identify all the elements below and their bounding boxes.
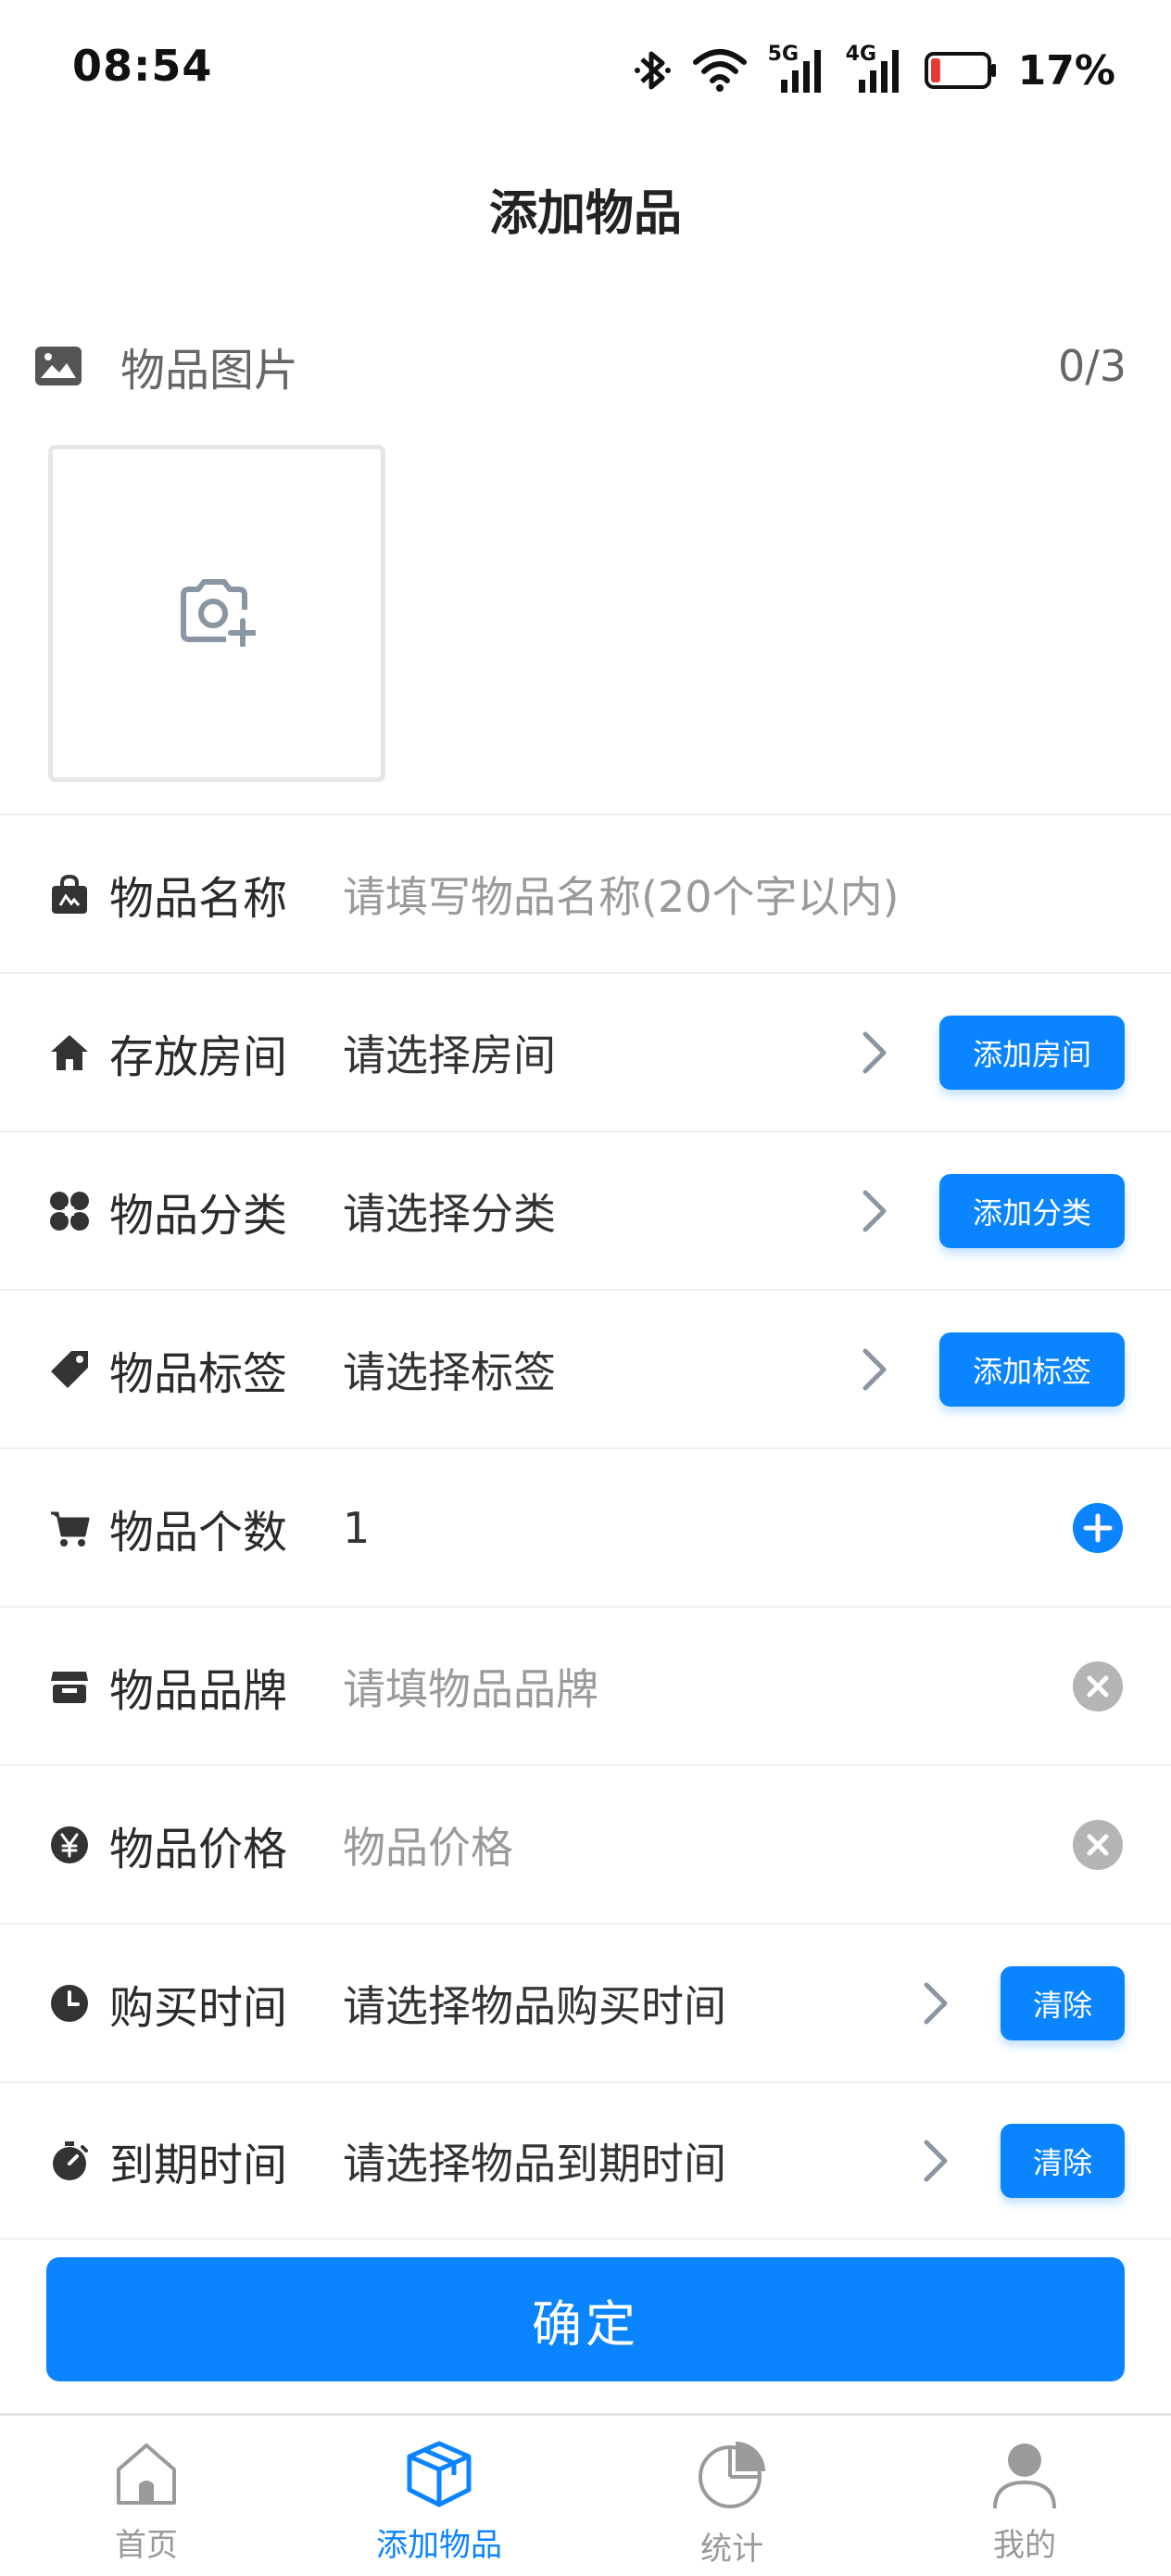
room-select[interactable]: 请选择房间 bbox=[343, 1022, 556, 1083]
brand-input[interactable]: 请填物品品牌 bbox=[343, 1656, 598, 1717]
expire-time-label: 到期时间 bbox=[109, 2139, 288, 2191]
home-icon bbox=[48, 1031, 91, 1074]
clear-purchase-time-button[interactable]: 清除 bbox=[1001, 1965, 1125, 2040]
row-quantity[interactable]: 物品个数 1 bbox=[0, 1447, 1171, 1606]
status-time: 08:54 bbox=[72, 41, 213, 91]
tab-add-item-label: 添加物品 bbox=[376, 2527, 502, 2564]
signal-5g-icon: 5G bbox=[768, 43, 825, 95]
timer-icon bbox=[48, 2140, 91, 2182]
cart-icon bbox=[48, 1507, 91, 1549]
row-expire-time[interactable]: 到期时间 请选择物品到期时间 清除 bbox=[0, 2081, 1171, 2240]
item-form: 物品名称 请填写物品名称(20个字以内) 存放房间 请选择房间 添加房间 物品分… bbox=[0, 814, 1171, 2240]
brand-label: 物品品牌 bbox=[109, 1664, 288, 1717]
add-tag-button[interactable]: 添加标签 bbox=[939, 1332, 1125, 1407]
tab-home[interactable]: 首页 bbox=[0, 2416, 293, 2576]
price-label: 物品价格 bbox=[109, 1823, 288, 1875]
row-item-name[interactable]: 物品名称 请填写物品名称(20个字以内) bbox=[0, 814, 1171, 972]
page-title: 添加物品 bbox=[488, 186, 682, 242]
images-label: 物品图片 bbox=[120, 345, 299, 397]
clock-icon bbox=[48, 1982, 91, 2025]
row-purchase-time[interactable]: 购买时间 请选择物品购买时间 清除 bbox=[0, 1923, 1171, 2081]
yen-icon bbox=[48, 1824, 91, 1866]
purchase-time-label: 购买时间 bbox=[109, 1981, 288, 2034]
row-price[interactable]: 物品价格 物品价格 bbox=[0, 1764, 1171, 1923]
tab-mine[interactable]: 我的 bbox=[878, 2416, 1171, 2576]
item-name-label: 物品名称 bbox=[109, 872, 288, 925]
row-tag[interactable]: 物品标签 请选择标签 添加标签 bbox=[0, 1289, 1171, 1447]
clear-brand-button[interactable] bbox=[1073, 1661, 1123, 1711]
user-icon bbox=[989, 2438, 1060, 2512]
tab-bar: 首页 添加物品 统计 我的 bbox=[0, 2413, 1171, 2576]
chevron-right-icon[interactable] bbox=[856, 1342, 893, 1397]
chevron-right-icon[interactable] bbox=[917, 1976, 954, 2031]
plus-icon bbox=[1083, 1513, 1113, 1542]
tab-statistics[interactable]: 统计 bbox=[586, 2416, 878, 2576]
chevron-right-icon[interactable] bbox=[856, 1183, 893, 1239]
add-category-button[interactable]: 添加分类 bbox=[939, 1173, 1125, 1248]
row-brand[interactable]: 物品品牌 请填物品品牌 bbox=[0, 1606, 1171, 1764]
clear-expire-time-button[interactable]: 清除 bbox=[1001, 2123, 1125, 2198]
tag-icon bbox=[48, 1348, 91, 1391]
store-icon bbox=[48, 1665, 91, 1708]
category-label: 物品分类 bbox=[109, 1189, 288, 1242]
add-room-button[interactable]: 添加房间 bbox=[939, 1015, 1125, 1090]
bluetooth-icon bbox=[634, 46, 672, 95]
box-icon bbox=[404, 2438, 474, 2512]
chevron-right-icon[interactable] bbox=[856, 1025, 893, 1080]
price-input[interactable]: 物品价格 bbox=[343, 1814, 513, 1875]
tab-statistics-label: 统计 bbox=[700, 2531, 763, 2568]
purchase-time-select[interactable]: 请选择物品购买时间 bbox=[343, 1973, 726, 2034]
item-name-input[interactable]: 请填写物品名称(20个字以内) bbox=[343, 864, 899, 925]
tab-add-item[interactable]: 添加物品 bbox=[293, 2416, 586, 2576]
battery-percent: 17% bbox=[1017, 46, 1115, 95]
tag-label: 物品标签 bbox=[109, 1347, 288, 1400]
camera-add-icon bbox=[178, 576, 258, 650]
wifi-icon bbox=[692, 47, 748, 94]
images-count: 0/3 bbox=[1057, 341, 1127, 391]
home-tab-icon bbox=[111, 2438, 182, 2512]
category-icon bbox=[48, 1190, 91, 1232]
images-header: 物品图片 0/3 bbox=[33, 329, 1127, 403]
quantity-label: 物品个数 bbox=[109, 1506, 288, 1559]
confirm-button[interactable]: 确定 bbox=[46, 2257, 1125, 2381]
quantity-value[interactable]: 1 bbox=[343, 1503, 370, 1553]
row-category[interactable]: 物品分类 请选择分类 添加分类 bbox=[0, 1130, 1171, 1289]
clear-price-button[interactable] bbox=[1073, 1819, 1123, 1870]
image-upload-box[interactable] bbox=[48, 445, 385, 782]
category-select[interactable]: 请选择分类 bbox=[343, 1181, 556, 1242]
tag-select[interactable]: 请选择标签 bbox=[343, 1339, 556, 1400]
room-label: 存放房间 bbox=[109, 1030, 288, 1083]
close-icon bbox=[1087, 1675, 1109, 1697]
signal-4g-icon: 4G bbox=[846, 43, 903, 95]
expire-time-select[interactable]: 请选择物品到期时间 bbox=[343, 2130, 726, 2191]
increment-button[interactable] bbox=[1073, 1502, 1123, 1553]
battery-icon bbox=[924, 50, 998, 91]
tab-mine-label: 我的 bbox=[993, 2527, 1056, 2564]
chevron-right-icon[interactable] bbox=[917, 2133, 954, 2189]
row-room[interactable]: 存放房间 请选择房间 添加房间 bbox=[0, 972, 1171, 1130]
tab-home-label: 首页 bbox=[115, 2527, 178, 2564]
pie-chart-icon bbox=[695, 2438, 769, 2516]
status-bar: 08:54 5G 4G 17% bbox=[0, 0, 1171, 139]
close-icon bbox=[1087, 1834, 1109, 1855]
image-icon bbox=[33, 343, 83, 389]
bag-icon bbox=[48, 873, 91, 915]
status-icons: 5G 4G 17% bbox=[634, 43, 1115, 98]
